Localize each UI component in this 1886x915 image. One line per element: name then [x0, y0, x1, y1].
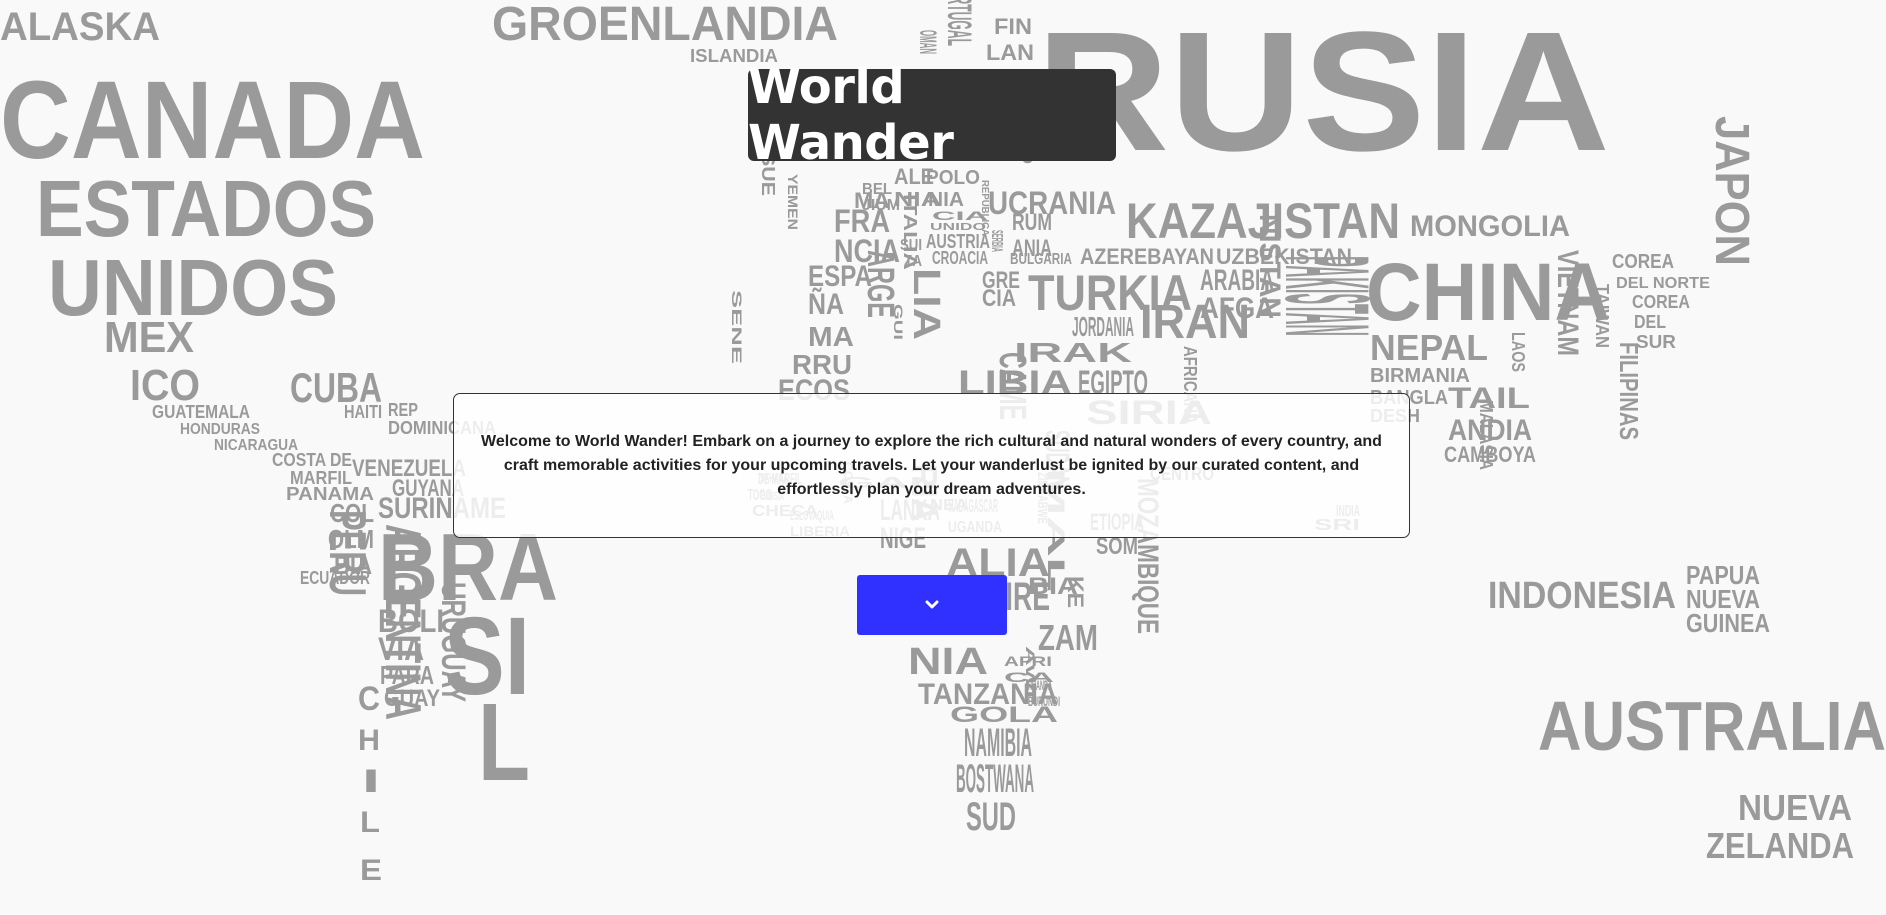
map-country-label: GUI	[891, 304, 905, 340]
map-country-label: JIUM	[862, 197, 900, 214]
map-country-label: CROACIA	[932, 248, 988, 268]
map-country-label: ANIA	[1012, 235, 1052, 262]
map-country-label: L	[360, 806, 380, 839]
map-country-label: ZAM	[1038, 617, 1098, 658]
map-country-label: RUSIA	[1036, 0, 1610, 187]
map-country-label: MALASIA	[1476, 400, 1496, 470]
welcome-text: Welcome to World Wander! Embark on a jou…	[481, 432, 1382, 498]
map-country-label: JAPON	[1705, 116, 1758, 266]
scroll-down-button[interactable]	[857, 575, 1007, 635]
map-country-label: ALASKA	[0, 5, 160, 49]
map-country-label: PERU	[318, 510, 376, 596]
map-country-label: REPUBLICA	[979, 180, 990, 236]
map-country-label: REP	[388, 400, 418, 420]
map-country-label: L	[478, 681, 530, 804]
chevron-down-icon	[925, 600, 939, 609]
title-banner: World Wander	[748, 59, 1116, 171]
map-country-label: COREA	[1632, 292, 1690, 312]
map-country-label: YEMEN	[785, 174, 801, 230]
map-country-label: TAIWAN	[1592, 284, 1612, 348]
map-country-label: SUD	[966, 795, 1016, 839]
map-country-label: GROENLANDIA	[492, 0, 838, 51]
map-country-label: ARGENTINA	[375, 524, 431, 720]
map-country-label: CIA	[982, 285, 1016, 312]
map-country-label: ITALIA	[900, 194, 920, 270]
map-country-label: GUINEA	[1686, 608, 1770, 638]
map-country-label: DEL	[1634, 312, 1666, 332]
map-country-label: AWI	[1023, 646, 1037, 698]
map-country-label: BEL	[862, 181, 892, 198]
map-country-label: NIA	[908, 641, 988, 683]
map-country-label: ESTADOS	[36, 164, 376, 253]
map-country-label: LIA	[905, 268, 947, 340]
map-country-label: NUEVA	[1738, 787, 1852, 828]
map-country-label: INDONESIA	[1488, 575, 1676, 617]
map-country-label: OMAN	[914, 30, 941, 54]
map-country-label: PORTUGAL	[940, 0, 978, 46]
map-country-label: H	[358, 724, 380, 757]
map-country-label: FIN	[994, 14, 1032, 39]
map-country-label: AUSTRALIA	[1538, 687, 1886, 765]
map-country-label: MONGOLIA	[1410, 210, 1570, 243]
map-country-label: PAKISTAN	[1260, 256, 1394, 336]
map-country-label: MEX	[104, 313, 194, 362]
map-country-label: ÑA	[808, 287, 844, 321]
map-country-label: JORDANIA	[1072, 311, 1134, 342]
map-country-label: RUM	[1012, 209, 1052, 236]
map-country-label: COREA	[1612, 251, 1674, 273]
map-country-label: MA	[808, 321, 854, 352]
map-country-label: SENE	[729, 290, 745, 364]
page-title: World Wander	[748, 59, 954, 171]
map-country-label: UCRANIA	[988, 185, 1116, 221]
map-country-label: E	[360, 854, 382, 887]
map-country-label: VIETNAM	[1551, 250, 1584, 356]
map-country-label: ZELANDA	[1706, 825, 1854, 866]
welcome-panel: Welcome to World Wander! Embark on a jou…	[453, 393, 1410, 538]
map-country-label: GUATEMALA	[152, 402, 250, 422]
map-country-label: COSTA DE	[272, 450, 352, 470]
map-country-label: I	[362, 763, 380, 799]
map-country-label: DEL NORTE	[1616, 275, 1710, 292]
map-country-label: HONDURAS	[180, 421, 260, 438]
map-country-label: NIA	[928, 189, 964, 211]
map-country-label: LAOS	[1508, 332, 1528, 372]
map-country-label: FILIPINAS	[1614, 342, 1644, 440]
map-country-label: URUGUAY	[434, 582, 472, 702]
map-country-label: UNIDO	[930, 222, 986, 233]
map-country-label: HAITI	[344, 402, 382, 422]
